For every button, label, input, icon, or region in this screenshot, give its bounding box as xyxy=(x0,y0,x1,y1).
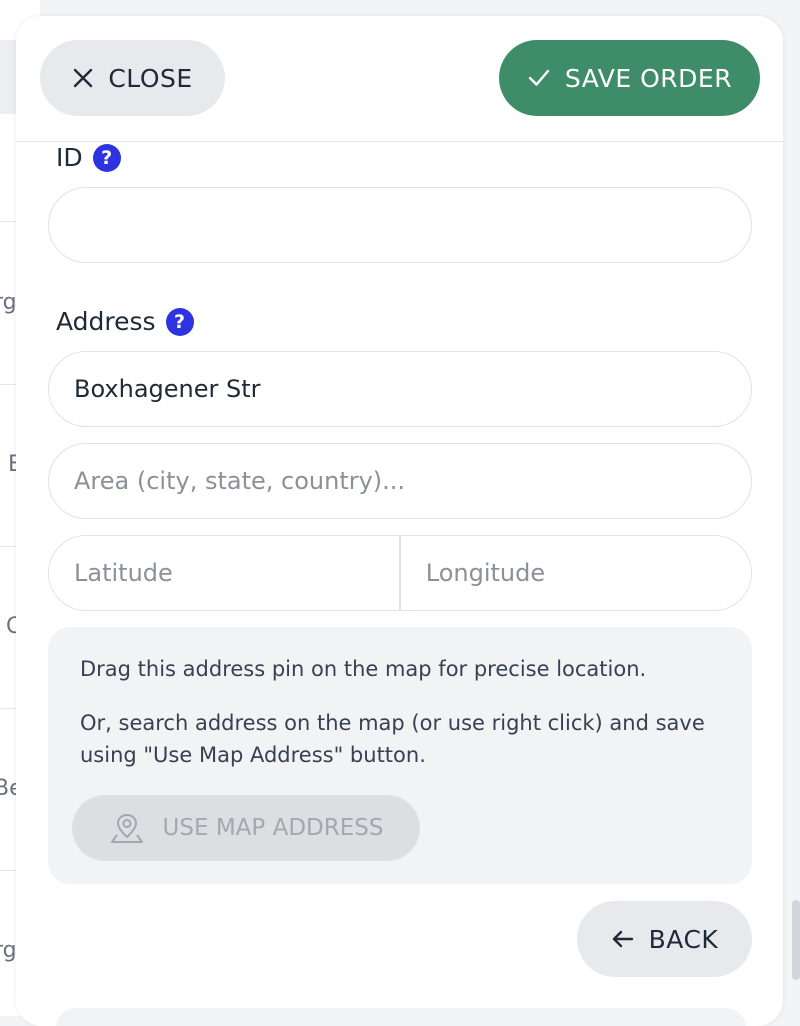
background-row-text: rg xyxy=(0,290,17,315)
map-hint-line-1: Drag this address pin on the map for pre… xyxy=(80,657,647,681)
check-icon xyxy=(527,67,551,89)
id-input[interactable] xyxy=(48,187,752,263)
close-button-label: CLOSE xyxy=(108,63,193,93)
use-map-address-button[interactable]: USE MAP ADDRESS xyxy=(72,795,420,861)
background-row-text: rg xyxy=(0,938,17,963)
map-pin-icon xyxy=(109,811,145,845)
use-map-address-label: USE MAP ADDRESS xyxy=(162,815,384,841)
x-icon xyxy=(72,67,94,89)
back-button-label: BACK xyxy=(648,924,719,954)
map-hint-box: Drag this address pin on the map for pre… xyxy=(48,627,752,884)
save-order-button-label: SAVE ORDER xyxy=(564,63,733,93)
question-circle-icon[interactable]: ? xyxy=(92,143,121,172)
close-button[interactable]: CLOSE xyxy=(40,40,225,116)
question-circle-icon[interactable]: ? xyxy=(165,307,194,336)
next-section-box xyxy=(56,1008,746,1026)
street-address-input[interactable] xyxy=(48,351,752,427)
save-order-button[interactable]: SAVE ORDER xyxy=(499,40,760,116)
scrollbar-thumb[interactable] xyxy=(792,900,800,980)
order-edit-panel: CLOSE SAVE ORDER ID ? Address ? Drag thi… xyxy=(16,16,783,1026)
panel-toolbar: CLOSE SAVE ORDER xyxy=(16,16,783,142)
map-hint-line-2: Or, search address on the map (or use ri… xyxy=(80,711,705,767)
latitude-input[interactable] xyxy=(49,536,400,610)
area-input[interactable] xyxy=(48,443,752,519)
address-label-text: Address xyxy=(56,307,156,336)
arrow-left-icon xyxy=(611,928,635,950)
back-button[interactable]: BACK xyxy=(577,901,752,977)
address-field-label: Address ? xyxy=(56,307,194,336)
coordinates-input-group xyxy=(48,535,752,611)
longitude-input[interactable] xyxy=(400,536,751,610)
id-field-label: ID ? xyxy=(56,143,121,172)
id-label-text: ID xyxy=(56,143,83,172)
